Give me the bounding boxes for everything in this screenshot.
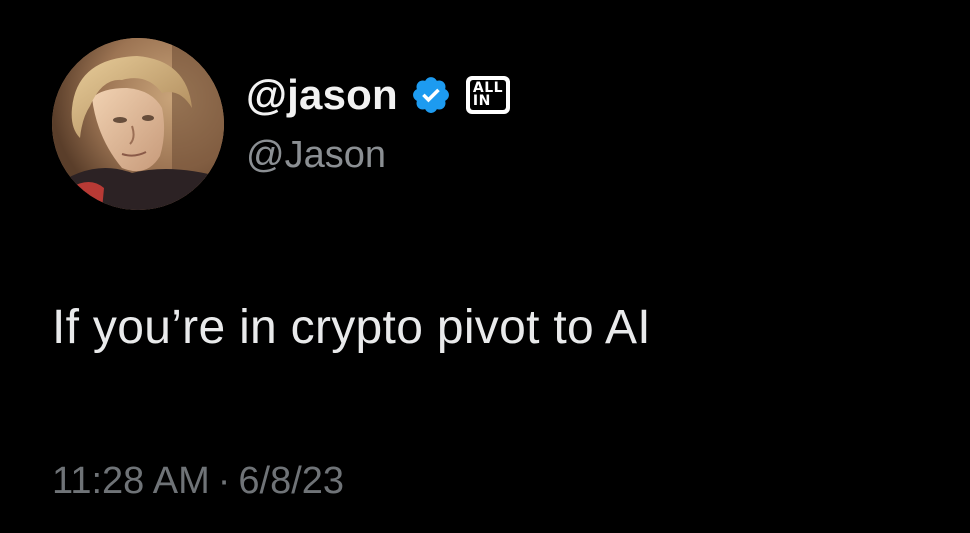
verified-check-icon[interactable] xyxy=(410,74,452,116)
tweet-date: 6/8/23 xyxy=(238,460,345,502)
display-name[interactable]: @jason xyxy=(246,68,398,122)
author-handle[interactable]: @Jason xyxy=(246,130,386,180)
timestamp-separator: · xyxy=(217,460,231,502)
tweet-text: If you’re in crypto pivot to AI xyxy=(52,301,651,354)
tweet-time: 11:28 AM xyxy=(52,460,210,502)
affiliate-badge-label: ALL IN xyxy=(469,80,506,110)
avatar[interactable] xyxy=(52,38,224,210)
author-name-row: @jason ALL IN xyxy=(246,68,510,122)
avatar-photo xyxy=(52,38,224,210)
affiliate-badge-line2: IN xyxy=(472,93,491,109)
affiliate-badge-icon[interactable]: ALL IN xyxy=(465,76,510,114)
tweet-timestamp[interactable]: 11:28 AM · 6/8/23 xyxy=(52,454,344,508)
tweet-card: @jason ALL IN @Jason If you’re in crypto … xyxy=(0,0,970,533)
